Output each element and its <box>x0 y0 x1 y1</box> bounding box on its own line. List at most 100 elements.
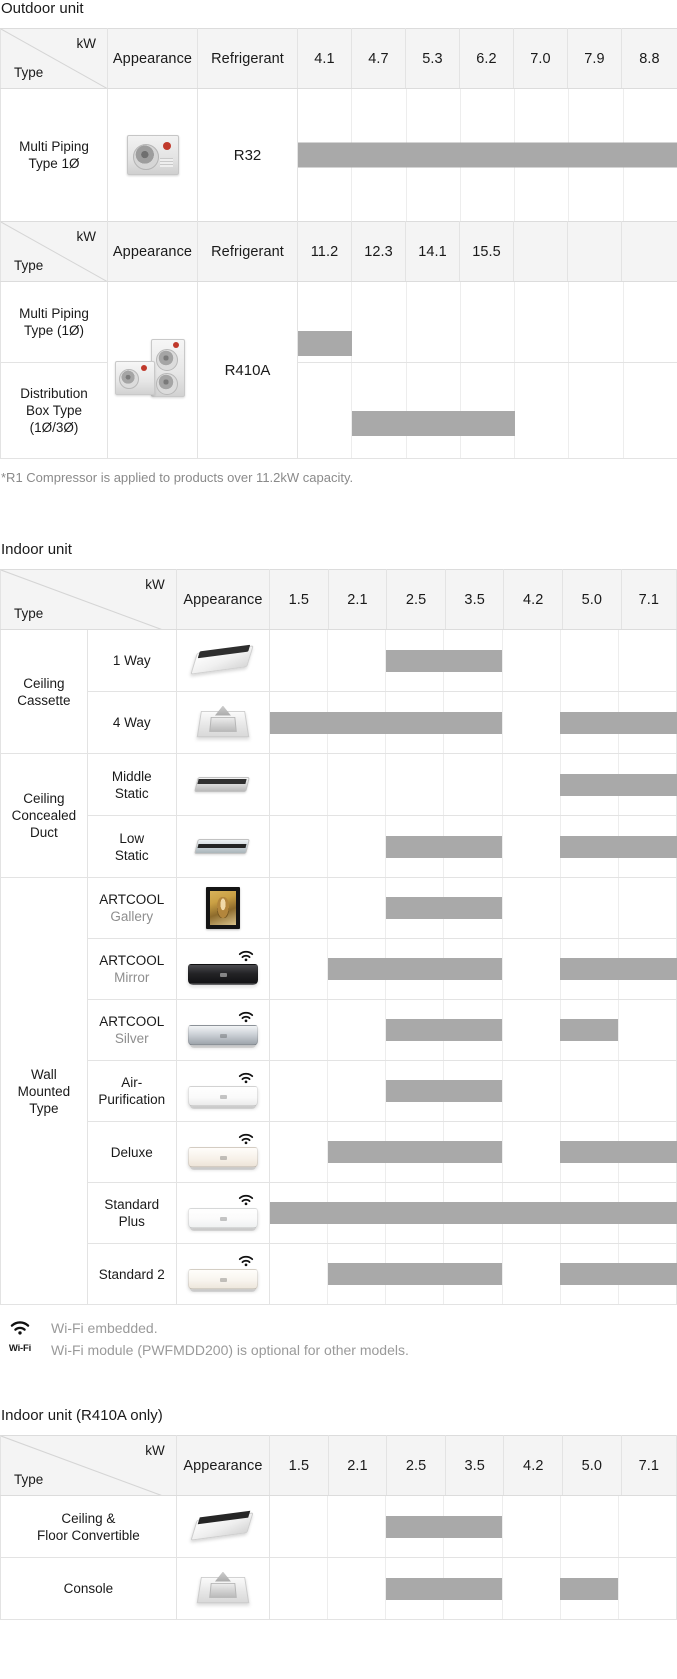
ceiling-floor-convertible-icon <box>190 1509 255 1545</box>
capacity-bar-cell <box>297 88 677 222</box>
type-line-2: Box Type <box>25 403 83 418</box>
appearance-image-cell <box>175 999 271 1061</box>
wifi-legend-line-1: Wi-Fi embedded. <box>51 1320 158 1336</box>
indoor-unit-table: kW Type Appearance 1.5 2.1 2.5 3.5 4.2 5… <box>0 569 677 1305</box>
row-label-ceiling-floor-convertible: Ceiling & Floor Convertible <box>0 1495 177 1558</box>
appearance-image-cell <box>175 1495 271 1558</box>
table-row: Multi Piping Type 1Ø R32 <box>0 88 677 222</box>
product-lineup-page: Outdoor unit kW Type Appearance Refriger… <box>0 0 677 1620</box>
appearance-image-cell <box>175 1243 271 1305</box>
indoor-unit-title: Indoor unit <box>1 541 72 558</box>
refrigerant-value: R410A <box>197 281 298 459</box>
appearance-image-cell <box>175 753 271 816</box>
appearance-image-cell <box>175 1121 271 1183</box>
capacity-header-2-5: 2.5 <box>386 569 446 630</box>
capacity-bar <box>298 331 353 356</box>
type-line-2: Type 1Ø <box>28 156 80 171</box>
row-name: 1 Way <box>112 653 151 668</box>
row-name-2: Plus <box>118 1214 145 1229</box>
table-row: Deluxe <box>1 1121 677 1183</box>
capacity-header-8-8: 8.8 <box>621 28 677 89</box>
capacity-header-7-0: 7.0 <box>513 28 568 89</box>
row-label-air-purification: Air- Purification <box>86 1060 177 1122</box>
capacity-header-12-3: 12.3 <box>351 221 406 282</box>
capacity-header-empty-3 <box>621 221 677 282</box>
wifi-legend-badge: Wi-Fi <box>3 1317 37 1354</box>
appearance-header: Appearance <box>107 28 198 89</box>
wifi-legend-line-2: Wi-Fi module (PWFMDD200) is optional for… <box>51 1342 409 1358</box>
appearance-image-cell <box>175 1557 271 1620</box>
outdoor-unit-r410a-table: kW Type Appearance Refrigerant 11.2 12.3… <box>0 221 677 459</box>
cassette-1way-icon <box>190 643 255 679</box>
table-row: 4 Way <box>1 691 677 754</box>
table-row: Low Static <box>1 815 677 878</box>
outdoor-unit-r32-table: kW Type Appearance Refrigerant 4.1 4.7 5… <box>0 28 677 222</box>
capacity-bar-cell <box>269 999 677 1061</box>
type-header-label: Type <box>14 606 44 621</box>
row-label-middle-static: Middle Static <box>86 753 177 816</box>
capacity-bar-cell <box>297 281 677 363</box>
corner-type-kw-cell: kW Type <box>0 1435 177 1496</box>
console-icon <box>196 1569 250 1609</box>
capacity-bar <box>560 711 677 734</box>
row-name-2: Static <box>114 785 149 801</box>
capacity-header-5-0: 5.0 <box>562 1435 622 1496</box>
group-label-ceiling-cassette: Ceiling Cassette <box>0 629 88 754</box>
capacity-header-7-9: 7.9 <box>567 28 622 89</box>
group-line-1: Ceiling <box>23 675 65 691</box>
type-header-label: Type <box>14 258 44 273</box>
deluxe-icon <box>187 1143 258 1173</box>
table-row: Standard 2 <box>1 1243 677 1305</box>
capacity-bar-cell <box>269 938 677 1000</box>
appearance-image-cell <box>107 281 198 459</box>
row-name: Console <box>63 1581 114 1596</box>
table-row: Distribution Box Type (1Ø/3Ø) <box>0 362 677 459</box>
standard-plus-icon <box>187 1204 258 1234</box>
capacity-header-2-5: 2.5 <box>386 1435 446 1496</box>
corner-type-kw-cell: kW Type <box>0 28 108 89</box>
capacity-bar-cell <box>269 815 677 878</box>
appearance-header: Appearance <box>175 1435 271 1496</box>
capacity-header-1-5: 1.5 <box>269 569 329 630</box>
appearance-header: Appearance <box>175 569 271 630</box>
capacity-bar <box>560 773 677 796</box>
appearance-image-cell <box>175 629 271 692</box>
row-type-label: Distribution Box Type (1Ø/3Ø) <box>0 362 108 459</box>
standard-2-icon <box>187 1265 258 1295</box>
capacity-bar <box>560 1577 618 1600</box>
group-line-1: Wall <box>31 1066 57 1082</box>
capacity-bar-cell <box>269 877 677 939</box>
type-header-label: Type <box>14 1472 44 1487</box>
appearance-image-cell <box>175 815 271 878</box>
duct-low-static-icon <box>191 832 255 862</box>
refrigerant-header: Refrigerant <box>197 221 298 282</box>
wifi-icon <box>10 1321 30 1335</box>
group-line-2: Mounted <box>17 1083 71 1099</box>
capacity-header-4-2: 4.2 <box>503 1435 564 1496</box>
outdoor-unit-title: Outdoor unit <box>1 0 84 17</box>
row-type-label: Multi Piping Type 1Ø <box>0 88 108 222</box>
table-row: ARTCOOL Mirror <box>1 938 677 1000</box>
group-line-1: Ceiling <box>23 791 65 806</box>
row-type-label: Multi Piping Type (1Ø) <box>0 281 108 363</box>
table-row: ARTCOOL Silver <box>1 999 677 1061</box>
artcool-gallery-icon <box>205 887 240 929</box>
capacity-bar <box>386 1080 503 1102</box>
table-row: Air- Purification <box>1 1060 677 1122</box>
capacity-bar <box>560 1263 677 1285</box>
group-line-3: Type <box>29 1100 59 1116</box>
row-label-low-static: Low Static <box>86 815 177 878</box>
row-label-artcool-silver: ARTCOOL Silver <box>86 999 177 1061</box>
capacity-bar <box>386 1577 503 1600</box>
capacity-bar <box>298 142 677 168</box>
row-label-4-way: 4 Way <box>86 691 177 754</box>
capacity-bar-cell <box>269 629 677 692</box>
appearance-image-cell <box>175 877 271 939</box>
indoor-r410a-header-row: kW Type Appearance 1.5 2.1 2.5 3.5 4.2 5… <box>0 1435 677 1496</box>
row-label-deluxe: Deluxe <box>86 1121 177 1183</box>
capacity-bar-cell <box>269 1060 677 1122</box>
row-name-2: Purification <box>98 1092 166 1107</box>
type-line-3: (1Ø/3Ø) <box>29 420 79 435</box>
row-name-2: Floor Convertible <box>36 1527 140 1543</box>
refrigerant-header: Refrigerant <box>197 28 298 89</box>
